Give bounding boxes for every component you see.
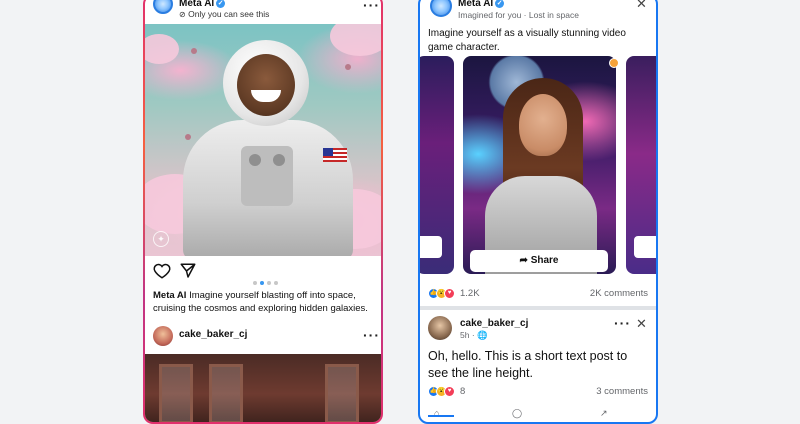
flag-patch	[323, 148, 347, 162]
post-divider	[420, 306, 656, 310]
caption-text: Imagine yourself blasting off into space…	[153, 290, 368, 314]
ai-watermark-icon: ✦	[153, 231, 169, 247]
verified-badge-icon: ✓	[495, 0, 505, 8]
meta-ai-avatar[interactable]	[153, 0, 173, 14]
share-button-partial[interactable]	[420, 236, 442, 258]
fb-post-stats: 👍 😮 ♥ 1.2K 2K comments	[420, 288, 656, 302]
post-time: 5h ·	[460, 330, 475, 340]
ig-next-post-image[interactable]	[145, 354, 381, 422]
ig-post-image-astronaut[interactable]: ✦	[145, 24, 381, 256]
fb-post2-text: Oh, hello. This is a short text post to …	[428, 349, 628, 380]
ig-post-header: Meta AI ✓ ⊘ Only you can see this ···	[145, 0, 381, 24]
share-arrow-icon: ➦	[519, 255, 528, 266]
reaction-count[interactable]: 1.2K	[460, 288, 480, 299]
astronaut-face	[237, 54, 295, 116]
share-label: Share	[530, 255, 559, 266]
window-shape	[325, 364, 359, 422]
comment-count[interactable]: 3 comments	[596, 386, 648, 397]
fb-post-subtitle: Imagined for you · Lost in space	[458, 10, 579, 20]
carousel-dot	[267, 281, 271, 285]
eye-off-icon: ⊘	[179, 10, 186, 19]
more-dots-icon[interactable]: ···	[363, 328, 380, 342]
astronaut-chest-pack	[241, 146, 293, 206]
active-tab-indicator	[428, 415, 454, 417]
ig-visibility: ⊘ Only you can see this	[179, 9, 269, 19]
facebook-phone-frame: Meta AI ✓ Imagined for you · Lost in spac…	[418, 0, 658, 424]
cake-baker-avatar[interactable]	[428, 316, 452, 340]
ig-next-post-header: cake_baker_cj ···	[145, 324, 381, 350]
love-reaction-icon: ♥	[444, 386, 455, 397]
fb-post2-stats: 👍 😮 ♥ 8 3 comments	[420, 386, 656, 400]
close-icon[interactable]: ✕	[636, 316, 647, 332]
fb-author-name: Meta AI	[458, 0, 494, 9]
carousel-card-next[interactable]	[626, 56, 656, 274]
comment-icon[interactable]: ◯	[512, 408, 522, 419]
fb-post2-username[interactable]: cake_baker_cj	[460, 318, 528, 329]
comment-count[interactable]: 2K comments	[590, 288, 648, 299]
next-post-username[interactable]: cake_baker_cj	[179, 329, 247, 340]
fb-text-post: cake_baker_cj 5h · 🌐 ··· ✕ Oh, hello. Th…	[420, 312, 656, 422]
fb-post-text: Imagine yourself as a visually stunning …	[428, 28, 626, 53]
ig-caption: Meta AI Imagine yourself blasting off in…	[153, 289, 379, 315]
more-dots-icon[interactable]: ···	[614, 316, 631, 330]
carousel-card-prev[interactable]	[420, 56, 454, 274]
heart-icon[interactable]	[153, 262, 171, 280]
cake-baker-avatar[interactable]	[153, 326, 173, 346]
ig-action-bar	[145, 258, 381, 284]
fb-image-carousel[interactable]: ➦ Share	[420, 56, 656, 276]
love-reaction-icon: ♥	[444, 288, 455, 299]
carousel-dot	[274, 281, 278, 285]
verified-badge-icon: ✓	[216, 0, 226, 8]
ig-author-name: Meta AI	[179, 0, 215, 9]
cloud-shape	[145, 34, 179, 64]
carousel-indicator	[253, 272, 281, 285]
globe-icon: 🌐	[477, 330, 488, 340]
share-button[interactable]: ➦ Share	[470, 250, 608, 272]
fb-bottom-nav: ⌂ ◯ ↗	[420, 408, 656, 422]
send-icon[interactable]	[179, 262, 197, 280]
ig-author[interactable]: Meta AI ✓	[179, 0, 226, 9]
fb-post2-meta: 5h · 🌐	[460, 330, 488, 341]
character-face	[519, 94, 567, 156]
ai-badge-icon	[609, 58, 619, 68]
window-shape	[159, 364, 193, 422]
ig-visibility-text: Only you can see this	[188, 9, 270, 19]
carousel-dot	[260, 281, 264, 285]
carousel-card-main[interactable]	[463, 56, 616, 274]
instagram-phone-frame: Meta AI✓ ⊘ Only you can see this ··· ✦	[143, 0, 383, 424]
fb-author[interactable]: Meta AI ✓	[458, 0, 505, 9]
caption-author[interactable]: Meta AI	[153, 290, 186, 301]
window-shape	[209, 364, 243, 422]
planet-dot	[191, 48, 197, 54]
instagram-feed: Meta AI✓ ⊘ Only you can see this ··· ✦	[145, 0, 381, 422]
meta-ai-avatar[interactable]	[430, 0, 452, 17]
close-icon[interactable]: ✕	[636, 0, 647, 12]
planet-dot	[345, 64, 351, 70]
carousel-dot	[253, 281, 257, 285]
share-icon[interactable]: ↗	[600, 408, 608, 419]
reaction-count[interactable]: 8	[460, 386, 465, 397]
planet-dot	[185, 134, 191, 140]
more-dots-icon[interactable]: ···	[363, 0, 380, 12]
fb-post-header: Meta AI ✓ Imagined for you · Lost in spac…	[420, 0, 656, 24]
cloud-shape	[330, 24, 381, 56]
share-button-partial[interactable]	[634, 236, 656, 258]
